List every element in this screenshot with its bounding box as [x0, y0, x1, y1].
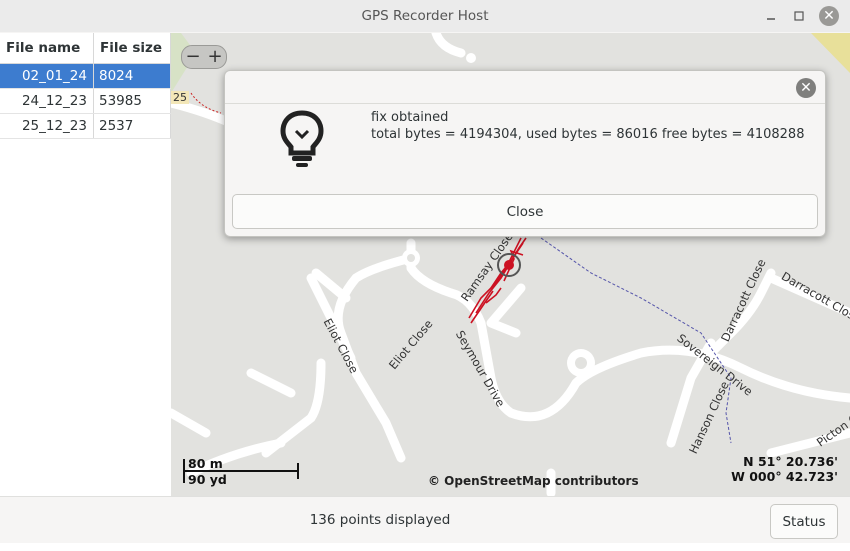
scale-imperial: 90 yd [188, 472, 227, 487]
column-header-file-size[interactable]: File size [93, 33, 171, 64]
dialog-close-button[interactable]: Close [232, 194, 818, 229]
file-table: File name File size 02_01_24 8024 24_12_… [0, 33, 171, 139]
status-button[interactable]: Status [770, 504, 838, 539]
lightbulb-icon [280, 110, 324, 167]
zoom-in-button[interactable]: + [204, 46, 226, 68]
file-size-cell: 53985 [93, 88, 171, 114]
longitude: W 000° 42.723' [731, 469, 838, 484]
status-bar: 136 points displayed Status [0, 496, 850, 544]
file-size-cell: 2537 [93, 113, 171, 139]
zoom-out-button[interactable]: − [182, 46, 204, 68]
scale-metric: 80 m [188, 456, 223, 471]
map-attribution: © OpenStreetMap contributors [428, 474, 639, 488]
coordinates-readout: N 51° 20.736' W 000° 42.723' [728, 454, 838, 484]
map-field-area [811, 33, 850, 73]
scale-bar: 80 m 90 yd [183, 455, 301, 487]
file-size-cell: 8024 [93, 63, 171, 89]
file-name-cell: 24_12_23 [0, 88, 94, 114]
zoom-control: − + [181, 45, 227, 69]
info-dialog: ✕ fix obtained total bytes = 4194304, us… [224, 70, 826, 237]
table-row[interactable]: 24_12_23 53985 [0, 88, 171, 114]
background-window-strip [0, 543, 850, 551]
road-ref-label: 25 [171, 91, 189, 104]
dialog-message-detail: total bytes = 4194304, used bytes = 8601… [371, 127, 805, 142]
column-header-file-name[interactable]: File name [0, 33, 94, 64]
maximize-icon[interactable] [789, 6, 809, 26]
title-bar: GPS Recorder Host ✕ [0, 0, 850, 32]
dialog-header [225, 71, 825, 104]
file-list: File name File size 02_01_24 8024 24_12_… [0, 33, 172, 496]
table-row[interactable]: 25_12_23 2537 [0, 113, 171, 139]
file-name-cell: 02_01_24 [0, 63, 94, 89]
window-title: GPS Recorder Host [361, 8, 489, 24]
dialog-close-icon[interactable]: ✕ [796, 78, 816, 98]
dialog-message-title: fix obtained [371, 110, 449, 125]
latitude: N 51° 20.736' [743, 454, 838, 469]
minimize-icon[interactable] [761, 6, 781, 26]
window-close-icon[interactable]: ✕ [819, 6, 839, 26]
file-name-cell: 25_12_23 [0, 113, 94, 139]
table-row[interactable]: 02_01_24 8024 [0, 63, 171, 89]
points-displayed-label: 136 points displayed [309, 512, 451, 528]
